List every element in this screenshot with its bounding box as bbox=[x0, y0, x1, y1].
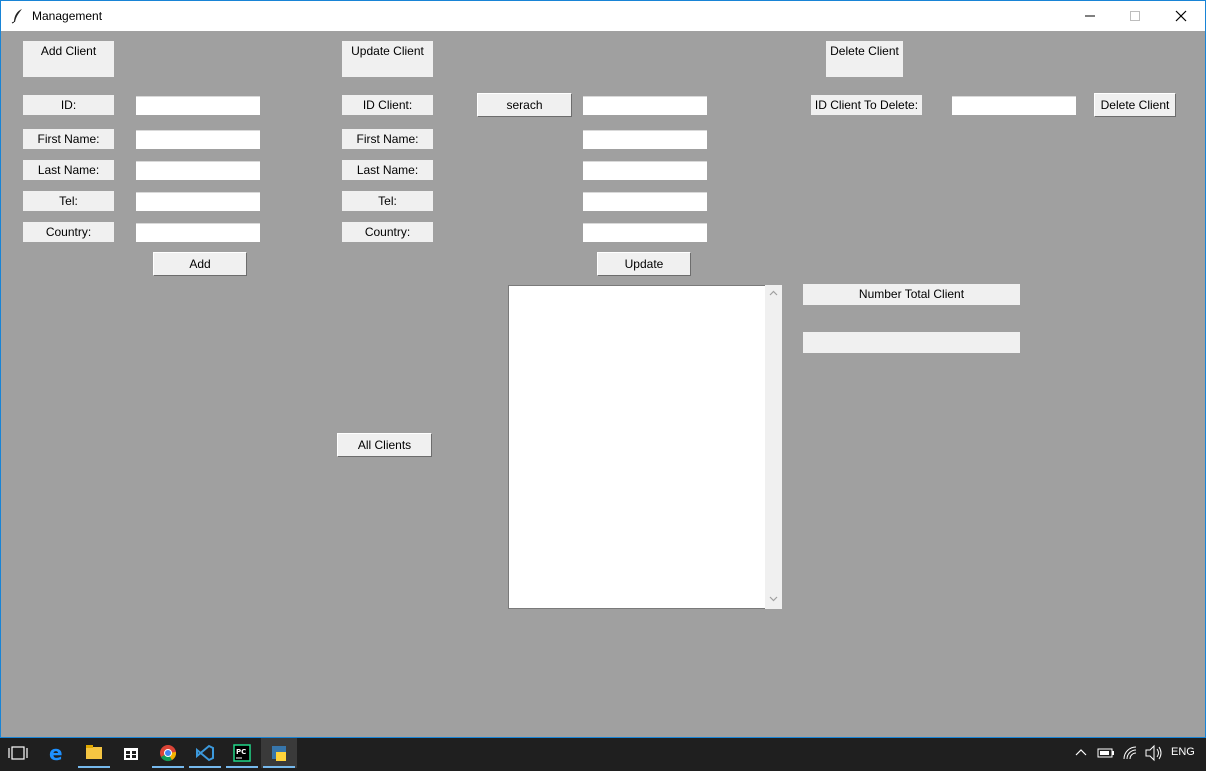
update-last-name-label: Last Name: bbox=[342, 160, 433, 180]
add-id-label: ID: bbox=[23, 95, 114, 115]
battery-icon[interactable] bbox=[1095, 738, 1117, 768]
update-country-field[interactable] bbox=[583, 223, 707, 242]
app-window: Management Add Client ID: First Name: La… bbox=[0, 0, 1206, 738]
delete-client-button[interactable]: Delete Client bbox=[1094, 93, 1176, 117]
listbox-scrollbar[interactable] bbox=[765, 285, 782, 609]
client-area: Add Client ID: First Name: Last Name: Te… bbox=[1, 31, 1205, 737]
add-country-label: Country: bbox=[23, 222, 114, 242]
total-client-value bbox=[803, 332, 1020, 353]
edge-icon[interactable]: e bbox=[39, 738, 75, 768]
minimize-button[interactable] bbox=[1067, 1, 1113, 31]
python-app-icon[interactable] bbox=[261, 738, 297, 768]
update-client-header: Update Client bbox=[342, 41, 433, 77]
add-client-header: Add Client bbox=[23, 41, 114, 77]
search-button[interactable]: serach bbox=[477, 93, 572, 117]
update-first-name-label: First Name: bbox=[342, 129, 433, 149]
delete-id-field[interactable] bbox=[952, 96, 1076, 115]
store-icon[interactable] bbox=[113, 738, 149, 768]
add-last-name-label: Last Name: bbox=[23, 160, 114, 180]
scroll-up-arrow-icon[interactable] bbox=[769, 290, 778, 296]
number-total-client-label: Number Total Client bbox=[803, 284, 1020, 305]
window-title: Management bbox=[32, 9, 103, 23]
update-id-label: ID Client: bbox=[342, 95, 433, 115]
update-tel-label: Tel: bbox=[342, 191, 433, 211]
close-button[interactable] bbox=[1158, 1, 1204, 31]
update-id-field[interactable] bbox=[583, 96, 707, 115]
all-clients-button[interactable]: All Clients bbox=[337, 433, 432, 457]
vscode-icon[interactable] bbox=[187, 738, 223, 768]
add-first-name-field[interactable] bbox=[136, 130, 260, 149]
language-indicator[interactable]: ENG bbox=[1171, 746, 1195, 758]
add-button[interactable]: Add bbox=[153, 252, 247, 276]
file-explorer-icon[interactable] bbox=[76, 738, 112, 768]
add-tel-label: Tel: bbox=[23, 191, 114, 211]
update-country-label: Country: bbox=[342, 222, 433, 242]
delete-id-label: ID Client To Delete: bbox=[811, 95, 922, 115]
delete-client-header: Delete Client bbox=[826, 41, 903, 77]
svg-text:PC: PC bbox=[236, 748, 246, 756]
volume-icon[interactable] bbox=[1143, 738, 1165, 768]
maximize-button[interactable] bbox=[1112, 1, 1158, 31]
title-bar: Management bbox=[1, 1, 1205, 31]
taskbar: e PC ENG bbox=[0, 738, 1206, 768]
update-tel-field[interactable] bbox=[583, 192, 707, 211]
update-button[interactable]: Update bbox=[597, 252, 691, 276]
task-view-icon[interactable] bbox=[0, 738, 36, 768]
pycharm-icon[interactable]: PC bbox=[224, 738, 260, 768]
update-last-name-field[interactable] bbox=[583, 161, 707, 180]
show-hidden-icons-icon[interactable] bbox=[1072, 738, 1090, 768]
feather-icon bbox=[11, 8, 25, 24]
clients-listbox[interactable] bbox=[508, 285, 766, 609]
add-id-field[interactable] bbox=[136, 96, 260, 115]
svg-text:e: e bbox=[49, 741, 63, 765]
wifi-icon[interactable] bbox=[1120, 738, 1140, 768]
add-first-name-label: First Name: bbox=[23, 129, 114, 149]
add-tel-field[interactable] bbox=[136, 192, 260, 211]
scroll-down-arrow-icon[interactable] bbox=[769, 596, 778, 602]
add-last-name-field[interactable] bbox=[136, 161, 260, 180]
update-first-name-field[interactable] bbox=[583, 130, 707, 149]
add-country-field[interactable] bbox=[136, 223, 260, 242]
chrome-icon[interactable] bbox=[150, 738, 186, 768]
